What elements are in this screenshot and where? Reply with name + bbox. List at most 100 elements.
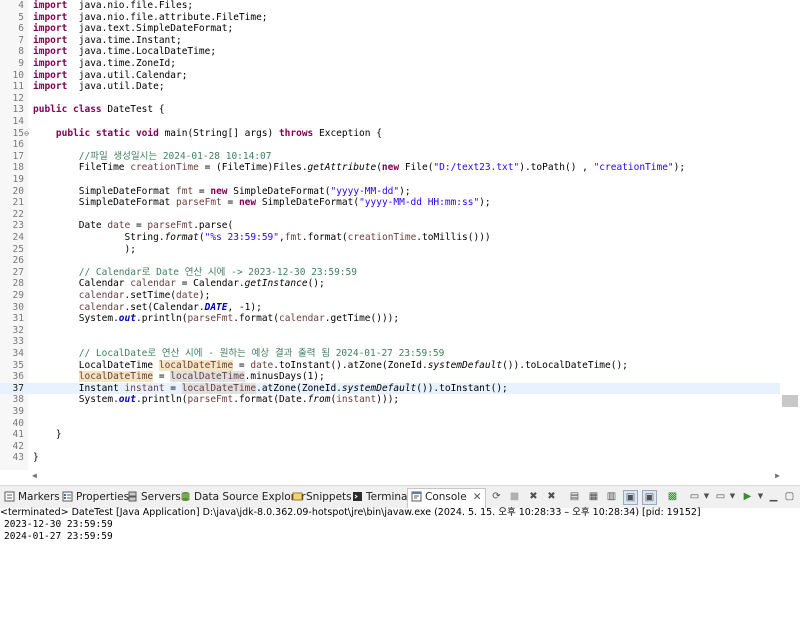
- code-line[interactable]: 40: [0, 418, 780, 430]
- code-token: calendar: [130, 278, 176, 290]
- code-line[interactable]: 31 System.out.println(parseFmt.format(ca…: [0, 313, 780, 325]
- code-line[interactable]: 37 Instant instant = localDateTime.atZon…: [0, 382, 780, 395]
- code-token: =: [233, 359, 251, 371]
- code-line[interactable]: 14: [0, 116, 780, 128]
- tab-properties[interactable]: Properties: [62, 489, 129, 505]
- code-token: .toMillis())): [416, 232, 491, 243]
- code-token: java.nio.file.attribute.FileTime;: [67, 11, 268, 23]
- console-output[interactable]: 2023-12-30 23:59:59 2024-01-27 23:59:59: [0, 519, 800, 643]
- console-output-line: 2024-01-27 23:59:59: [4, 531, 113, 542]
- code-text: String.format("%s 23:59:59",fmt.format(c…: [33, 232, 491, 244]
- code-token: instant: [124, 382, 165, 394]
- scroll-left-icon[interactable]: ◀: [32, 471, 37, 481]
- show-on-error-icon[interactable]: ▣: [642, 490, 657, 505]
- code-line[interactable]: 16: [0, 139, 780, 151]
- code-token: getInstance: [244, 278, 308, 290]
- code-token: date: [107, 220, 131, 232]
- fold-toggle-icon[interactable]: ⊖: [22, 129, 31, 138]
- word-wrap-icon[interactable]: ▥: [605, 490, 618, 503]
- code-token: =: [164, 382, 182, 394]
- code-line[interactable]: 32: [0, 325, 780, 337]
- tab-data-source-explorer[interactable]: Data Source Explorer: [180, 489, 306, 505]
- code-line[interactable]: 43}: [0, 452, 780, 464]
- code-line[interactable]: 35 LocalDateTime localDateTime = date.to…: [0, 359, 780, 372]
- code-line[interactable]: 27 // Calendar로 Date 연산 시에 -> 2023-12-30…: [0, 267, 780, 279]
- line-number: 27: [12, 266, 24, 278]
- scrollbar-thumb[interactable]: [782, 395, 798, 407]
- code-line[interactable]: 12: [0, 93, 780, 105]
- code-line[interactable]: 7 import java.time.Instant;: [0, 35, 780, 47]
- code-line[interactable]: 22: [0, 209, 780, 221]
- code-line[interactable]: 9 import java.time.ZoneId;: [0, 58, 780, 70]
- tab-markers[interactable]: Markers: [4, 489, 60, 505]
- code-token: parseFmt: [187, 394, 234, 406]
- code-line[interactable]: 38 System.out.println(parseFmt.format(Da…: [0, 394, 780, 406]
- tab-servers-label: Servers: [141, 491, 181, 503]
- code-line[interactable]: 8 import java.time.LocalDateTime;: [0, 46, 780, 58]
- code-line[interactable]: 25 );: [0, 244, 780, 256]
- code-token: calendar: [278, 313, 325, 325]
- code-line[interactable]: 4 import java.nio.file.Files;: [0, 0, 780, 12]
- code-line[interactable]: 20 SimpleDateFormat fmt = new SimpleDate…: [0, 186, 780, 198]
- code-line[interactable]: 41 }: [0, 429, 780, 441]
- close-icon[interactable]: ✕: [473, 491, 482, 503]
- code-line[interactable]: 30 calendar.set(Calendar.DATE, -1);: [0, 302, 780, 314]
- code-line[interactable]: 28 Calendar calendar = Calendar.getInsta…: [0, 278, 780, 290]
- code-line[interactable]: 21 SimpleDateFormat parseFmt = new Simpl…: [0, 197, 780, 209]
- remove-all-terminated-icon[interactable]: ✖: [545, 490, 558, 503]
- open-console-icon[interactable]: ▩: [666, 490, 679, 503]
- line-number: 37: [12, 382, 24, 394]
- editor-horizontal-scrollbar[interactable]: ◀ ▶: [32, 470, 780, 482]
- scroll-lock-icon[interactable]: ▦: [587, 490, 600, 503]
- editor-vertical-scrollbar[interactable]: [780, 0, 800, 470]
- code-token: , -1);: [227, 301, 262, 313]
- code-line[interactable]: 29 calendar.setTime(date);: [0, 290, 780, 302]
- code-line[interactable]: 18 FileTime creationTime = (FileTime)Fil…: [0, 162, 780, 174]
- line-number: 17: [12, 150, 24, 162]
- chevron-down-icon[interactable]: ▼: [726, 490, 739, 503]
- code-token: parseFmt: [176, 197, 222, 209]
- tab-data-source-explorer-label: Data Source Explorer: [194, 491, 306, 503]
- code-token: import: [33, 69, 68, 81]
- minimize-icon[interactable]: ▁: [767, 490, 780, 503]
- code-line[interactable]: 17 //파일 생성일시는 2024-01-28 10:14:07: [0, 151, 780, 163]
- code-line[interactable]: 19: [0, 174, 780, 186]
- code-line[interactable]: 34 // LocalDate로 연산 시에 - 원하는 예상 결과 출력 됨 …: [0, 348, 780, 360]
- code-token: import: [33, 0, 68, 11]
- code-line[interactable]: 33: [0, 336, 780, 348]
- code-line[interactable]: 13 public class DateTest {: [0, 104, 780, 116]
- code-token: localDateTime: [158, 359, 234, 371]
- line-number: 35: [12, 359, 24, 371]
- code-line[interactable]: 26: [0, 255, 780, 267]
- code-line[interactable]: 23 Date date = parseFmt.parse(: [0, 220, 780, 232]
- run-icon[interactable]: ▶: [741, 490, 754, 503]
- scroll-right-icon[interactable]: ▶: [775, 471, 780, 481]
- code-line[interactable]: 36 localDateTime = localDateTime.minusDa…: [0, 371, 780, 383]
- terminate-icon[interactable]: ■: [508, 490, 521, 503]
- code-line[interactable]: 6 import java.text.SimpleDateFormat;: [0, 23, 780, 35]
- code-line[interactable]: 11 import java.util.Date;: [0, 81, 780, 93]
- code-token: parseFmt: [147, 220, 194, 232]
- clear-console-icon[interactable]: ▤: [568, 490, 581, 503]
- pin-console-icon[interactable]: ⟳: [490, 490, 503, 503]
- tab-servers[interactable]: Servers: [127, 489, 181, 505]
- tab-terminal[interactable]: Terminal: [352, 489, 410, 505]
- chevron-down-icon[interactable]: ▼: [754, 490, 767, 503]
- code-line[interactable]: 5 import java.nio.file.attribute.FileTime…: [0, 12, 780, 24]
- code-line[interactable]: 39: [0, 406, 780, 418]
- maximize-icon[interactable]: ▢: [783, 490, 796, 503]
- code-line[interactable]: 10 import java.util.Calendar;: [0, 70, 780, 82]
- show-on-output-icon[interactable]: ▣: [623, 490, 638, 505]
- code-line[interactable]: 15 ⊖ public static void main(String[] arg…: [0, 128, 780, 140]
- tab-snippets[interactable]: Snippets: [292, 489, 352, 505]
- code-line[interactable]: 42: [0, 441, 780, 453]
- code-token: "yyyy-MM-dd HH:mm:ss": [359, 197, 480, 209]
- chevron-down-icon[interactable]: ▼: [700, 490, 713, 503]
- tab-console[interactable]: Console ✕: [407, 488, 486, 508]
- code-token: creationTime: [347, 232, 417, 243]
- remove-launch-icon[interactable]: ✖: [527, 490, 540, 503]
- code-token: lDateTime: [204, 382, 257, 394]
- code-token: java.time.LocalDateTime;: [67, 46, 217, 58]
- code-editor[interactable]: 4 import java.nio.file.Files; 5 import java…: [0, 0, 800, 470]
- code-line[interactable]: 24 String.format("%s 23:59:59",fmt.forma…: [0, 232, 780, 244]
